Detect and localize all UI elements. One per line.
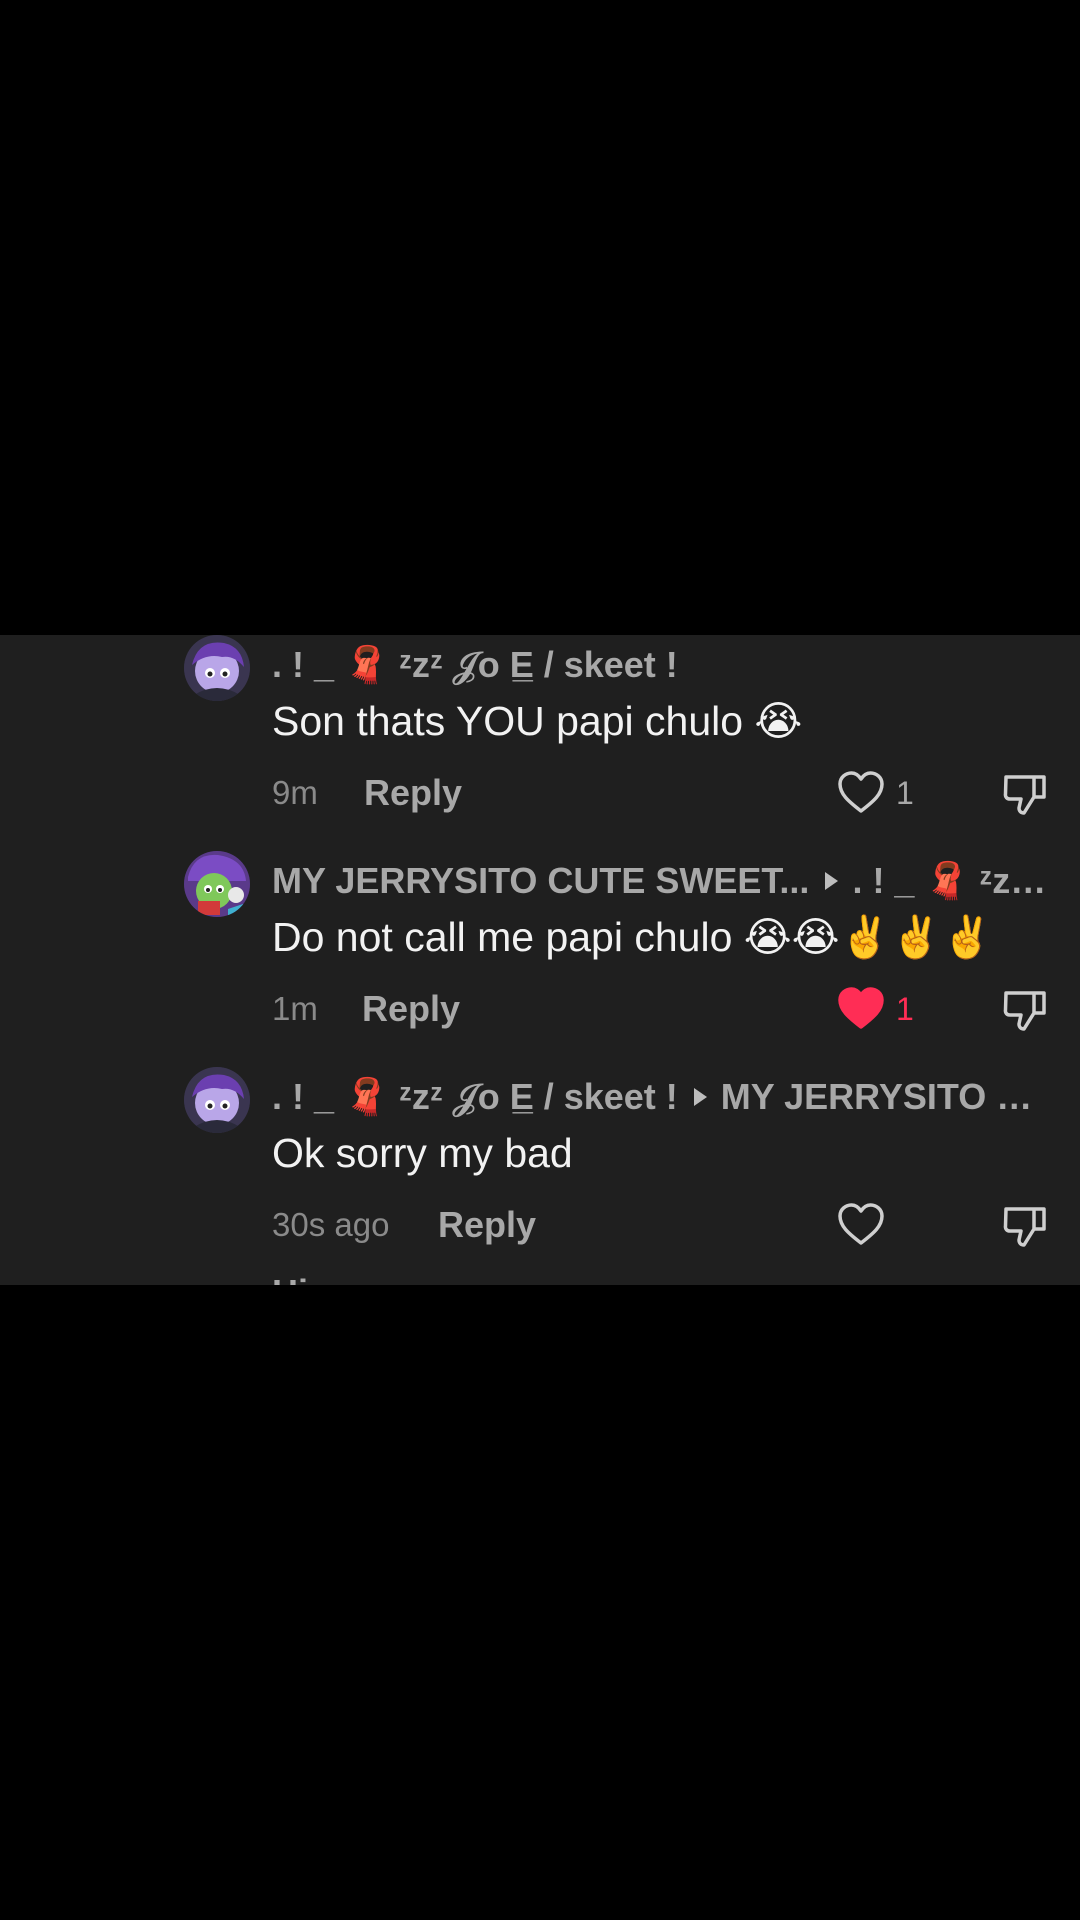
like-button[interactable] xyxy=(836,1201,886,1247)
heart-outline-icon xyxy=(838,771,884,813)
comment-timestamp: 30s ago xyxy=(272,1206,390,1243)
comment-timestamp: 9m xyxy=(272,774,318,811)
username-text: . ! _ 🧣 ᶻzᶻ 𝒥o E̲ / skeet ! xyxy=(272,1076,678,1117)
comment-username[interactable]: . ! _ 🧣 ᶻzᶻ 𝒥o E̲ / skeet ! xyxy=(272,643,1052,687)
screen: . ! _ 🧣 ᶻzᶻ 𝒥o E̲ / skeet ! Son thats YO… xyxy=(0,0,1080,1920)
next-comment-username-peek: Hi xyxy=(272,1271,308,1285)
dislike-button[interactable] xyxy=(1000,985,1050,1035)
username-text: . ! _ 🧣 ᶻzᶻ 𝒥o E̲ / skeet ! xyxy=(272,644,678,685)
avatar[interactable] xyxy=(184,1067,250,1133)
avatar-purple-character-icon xyxy=(184,1067,250,1133)
dislike-button[interactable] xyxy=(1000,1201,1050,1251)
avatar[interactable] xyxy=(184,635,250,701)
comment-text: Ok sorry my bad xyxy=(272,1130,573,1176)
reply-to-username[interactable]: MY JERRYSITO CU... xyxy=(721,1075,1052,1119)
comment-text: Do not call me papi chulo 😭😭✌️✌️✌️ xyxy=(272,914,993,960)
reply-arrow-icon xyxy=(693,1088,707,1106)
comment-username[interactable]: MY JERRYSITO CUTE SWEET... . ! _ 🧣 ᶻzᶻ 𝒥… xyxy=(272,859,1052,903)
thumbs-down-icon xyxy=(1003,991,1046,1031)
avatar[interactable] xyxy=(184,851,250,917)
comment-text: Son thats YOU papi chulo 😭 xyxy=(272,698,803,744)
comment-item: . ! _ 🧣 ᶻzᶻ 𝒥o E̲ / skeet ! Son thats YO… xyxy=(0,635,1080,851)
reply-button[interactable]: Reply xyxy=(438,1203,536,1247)
heart-outline-icon xyxy=(838,1203,884,1245)
like-button[interactable] xyxy=(836,769,886,815)
comment-item: MY JERRYSITO CUTE SWEET... . ! _ 🧣 ᶻzᶻ 𝒥… xyxy=(0,851,1080,1067)
heart-filled-icon xyxy=(838,987,884,1029)
like-count: 1 xyxy=(896,775,914,811)
avatar-purple-character-icon xyxy=(184,635,250,701)
username-text: MY JERRYSITO CUTE SWEET... xyxy=(272,860,810,901)
like-button[interactable] xyxy=(836,985,886,1031)
reply-button[interactable]: Reply xyxy=(362,987,460,1031)
comments-panel[interactable]: . ! _ 🧣 ᶻzᶻ 𝒥o E̲ / skeet ! Son thats YO… xyxy=(0,635,1080,1285)
reply-button[interactable]: Reply xyxy=(364,771,462,815)
reply-to-username[interactable]: . ! _ 🧣 ᶻzᶻ 𝒥... xyxy=(852,859,1052,903)
comment-username[interactable]: . ! _ 🧣 ᶻzᶻ 𝒥o E̲ / skeet ! MY JERRYSITO… xyxy=(272,1075,1052,1119)
reply-arrow-icon xyxy=(825,872,839,890)
thumbs-down-icon xyxy=(1003,775,1046,815)
like-count: 1 xyxy=(896,991,914,1027)
comment-item: . ! _ 🧣 ᶻzᶻ 𝒥o E̲ / skeet ! MY JERRYSITO… xyxy=(0,1067,1080,1283)
avatar-green-character-icon xyxy=(184,851,250,917)
thumbs-down-icon xyxy=(1003,1207,1046,1247)
comment-timestamp: 1m xyxy=(272,990,318,1027)
dislike-button[interactable] xyxy=(1000,769,1050,819)
